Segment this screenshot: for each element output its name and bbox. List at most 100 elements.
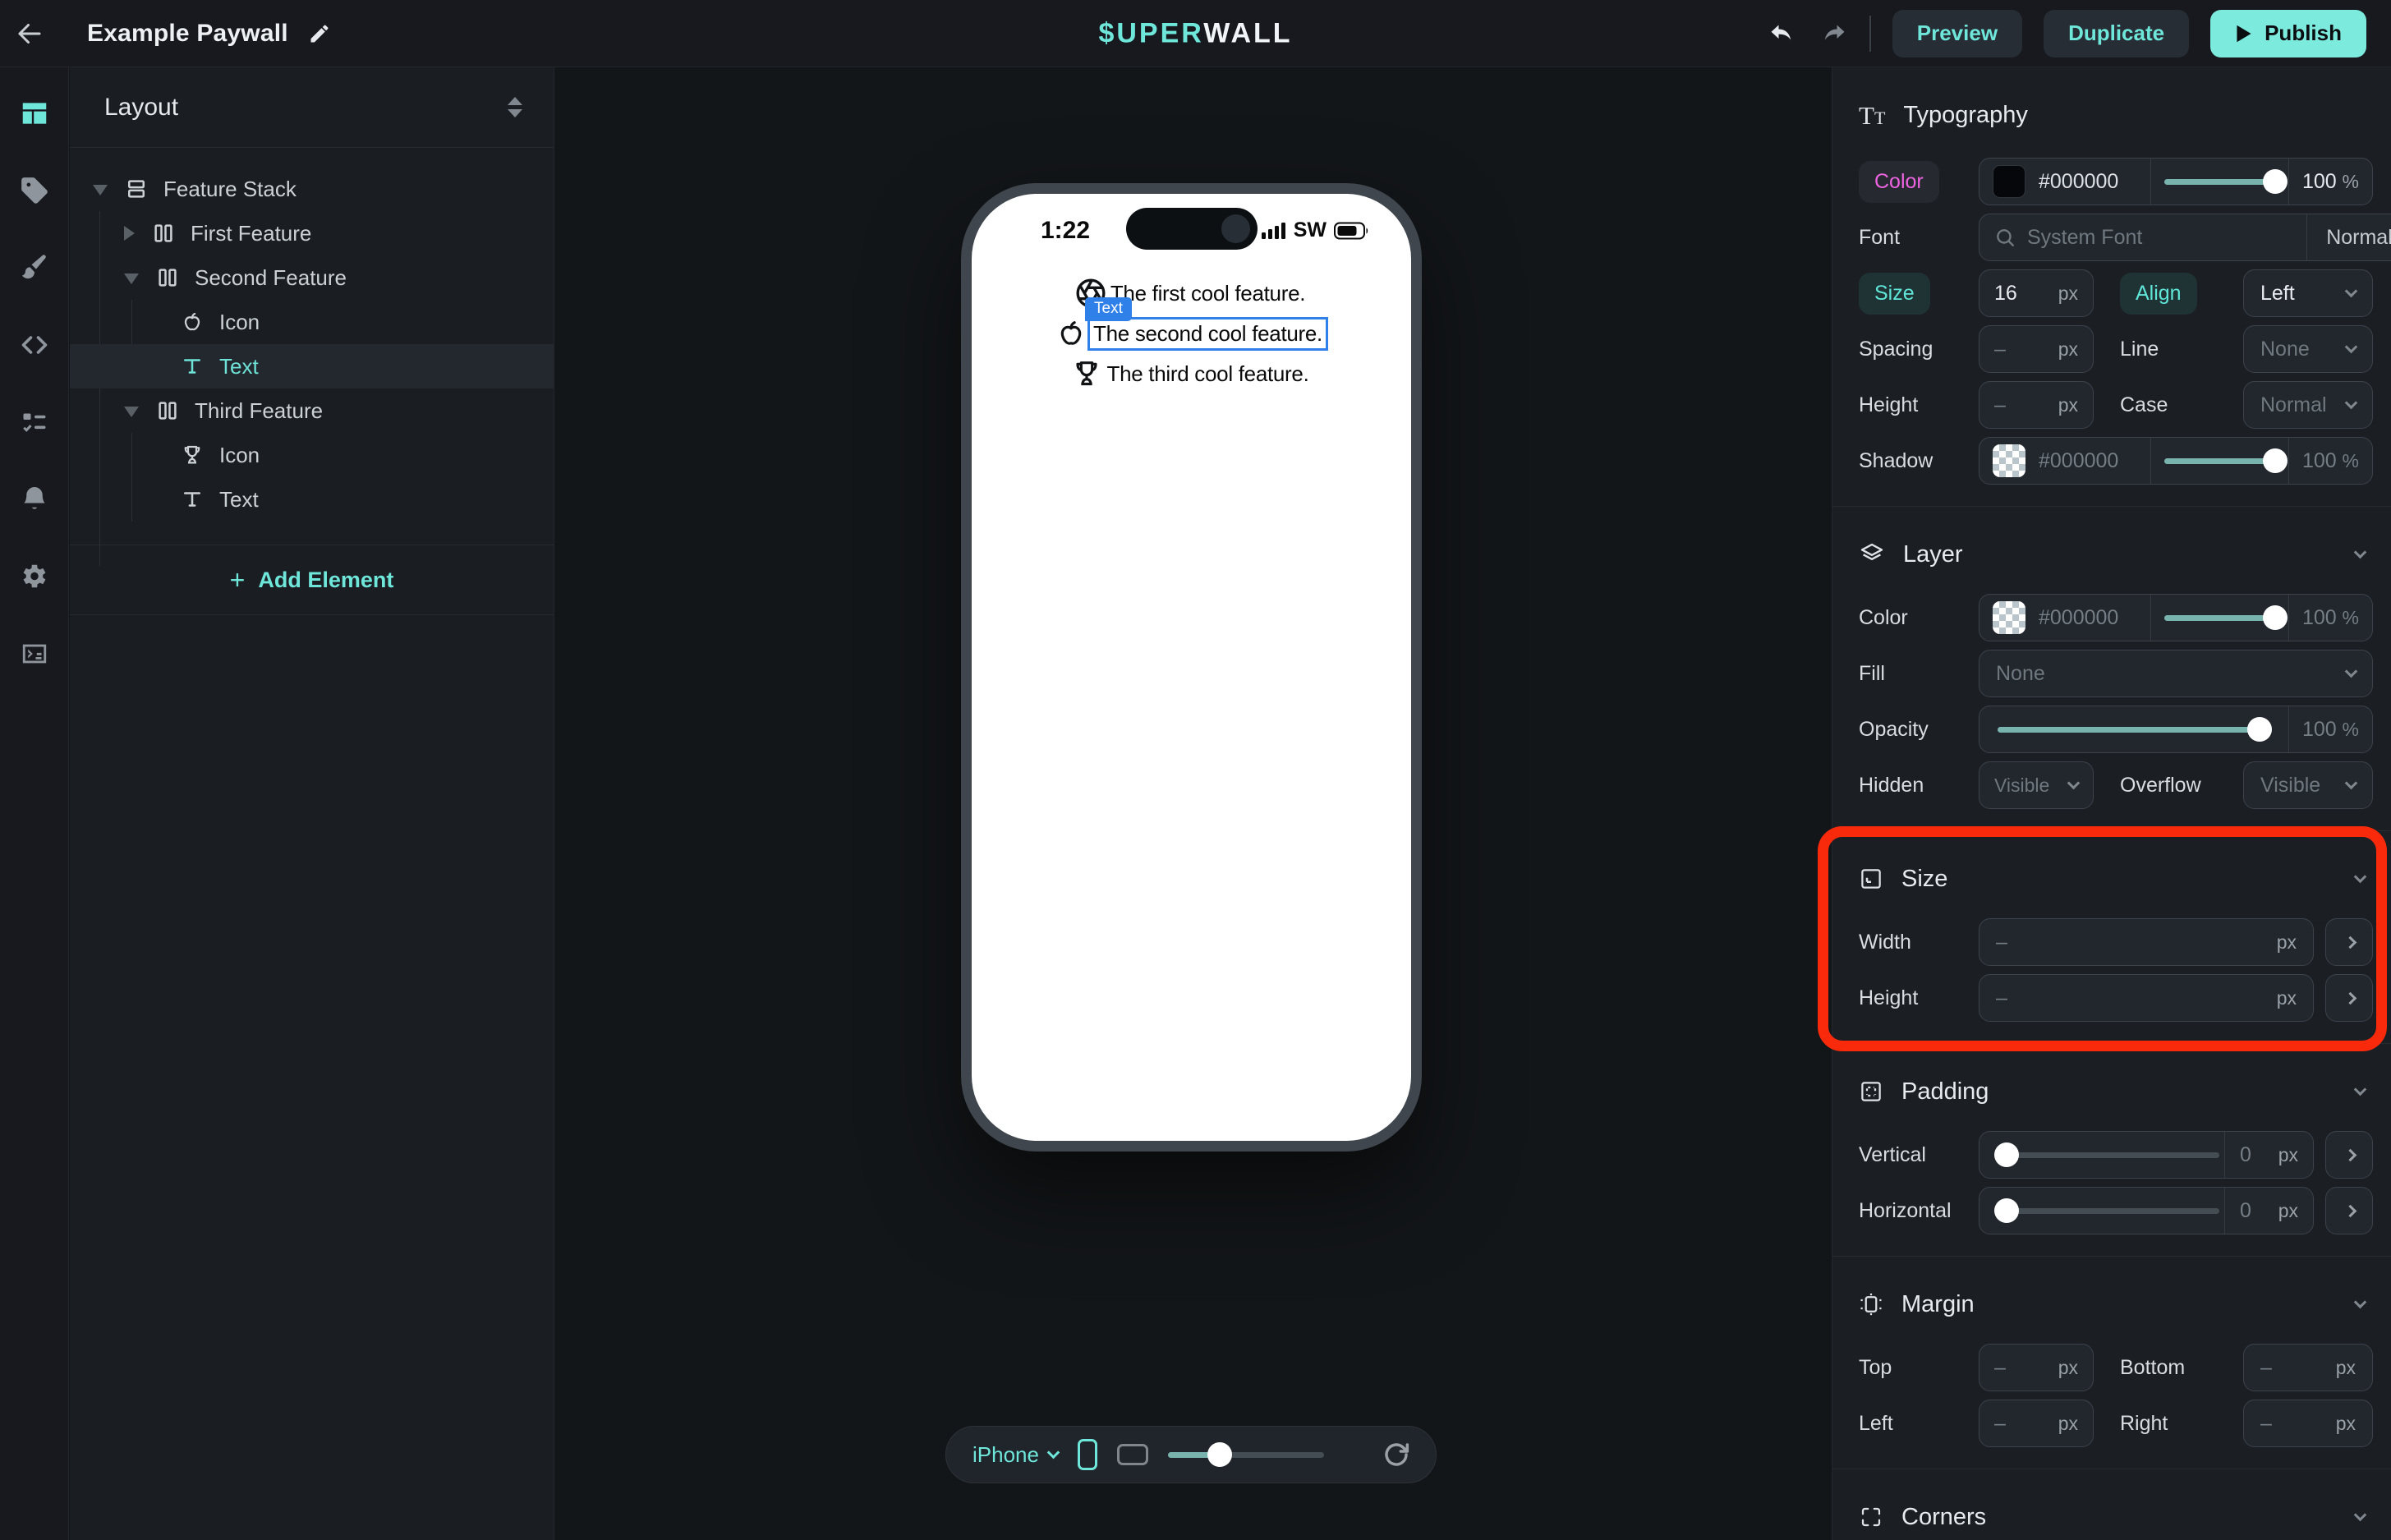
tree-item-label: Second Feature bbox=[195, 265, 347, 291]
font-control[interactable]: Normal bbox=[1979, 214, 2391, 261]
shadow-swatch[interactable] bbox=[1993, 444, 2025, 477]
duplicate-button[interactable]: Duplicate bbox=[2044, 10, 2189, 57]
tree-item-third-feature[interactable]: Third Feature bbox=[70, 388, 554, 433]
overflow-dropdown[interactable]: Visible bbox=[2243, 761, 2373, 809]
device-select[interactable]: iPhone bbox=[972, 1442, 1058, 1468]
color-swatch[interactable] bbox=[1993, 165, 2025, 198]
rail-notifications-tab[interactable] bbox=[17, 483, 52, 516]
add-element-button[interactable]: Add Element bbox=[70, 545, 554, 615]
font-search-input[interactable] bbox=[2027, 226, 2292, 250]
feature-text-selected[interactable]: The second cool feature. bbox=[1087, 317, 1328, 351]
undo-button[interactable] bbox=[1768, 19, 1797, 48]
padding-header[interactable]: Padding bbox=[1859, 1065, 2373, 1118]
layer-color-control[interactable]: #000000 100 % bbox=[1979, 594, 2373, 641]
rail-layout-tab[interactable] bbox=[17, 97, 52, 130]
margin-header[interactable]: Margin bbox=[1859, 1278, 2373, 1331]
feature-row-2-selected[interactable]: Text The second cool feature. bbox=[1055, 315, 1328, 352]
tree-item-first-feature[interactable]: First Feature bbox=[70, 211, 554, 255]
align-property-toggle[interactable]: Align bbox=[2120, 273, 2197, 315]
tree-item-label: Third Feature bbox=[195, 398, 323, 424]
tree-item-icon-apple[interactable]: Icon bbox=[70, 300, 554, 344]
edit-title-pencil-icon[interactable] bbox=[308, 22, 331, 45]
layer-color-opacity-slider[interactable] bbox=[2164, 605, 2275, 630]
chevron-right-icon bbox=[2343, 935, 2357, 949]
fill-dropdown[interactable]: None bbox=[1979, 650, 2373, 697]
trophy-icon bbox=[1070, 357, 1103, 390]
caret-down-icon[interactable] bbox=[124, 274, 139, 284]
font-size-input[interactable]: 16 px bbox=[1979, 269, 2094, 317]
padding-horizontal-value[interactable]: 0 bbox=[2240, 1199, 2251, 1223]
shadow-opacity-slider[interactable] bbox=[2164, 448, 2275, 473]
margin-top-input[interactable]: – px bbox=[1979, 1344, 2094, 1391]
caret-right-icon[interactable] bbox=[124, 226, 135, 241]
padding-horizontal-slider[interactable] bbox=[1994, 1198, 2219, 1223]
phone-frame: 1:22 SW The first cool feature. Text The… bbox=[961, 183, 1422, 1152]
line-height-input[interactable]: – px bbox=[1979, 381, 2094, 429]
opacity-control[interactable]: 100 % bbox=[1979, 706, 2373, 753]
line-dropdown[interactable]: None bbox=[2243, 325, 2373, 373]
opacity-slider[interactable] bbox=[1998, 717, 2270, 742]
redo-button[interactable] bbox=[1819, 19, 1848, 48]
height-input[interactable]: – px bbox=[1979, 974, 2314, 1022]
width-expand-button[interactable] bbox=[2325, 918, 2373, 966]
case-dropdown[interactable]: Normal bbox=[2243, 381, 2373, 429]
letter-spacing-input[interactable]: – px bbox=[1979, 325, 2094, 373]
padding-horizontal-expand-button[interactable] bbox=[2325, 1187, 2373, 1234]
tree-item-text-selected[interactable]: Text bbox=[70, 344, 554, 388]
padding-vertical-value[interactable]: 0 bbox=[2240, 1143, 2251, 1167]
padding-vertical-control[interactable]: 0 px bbox=[1979, 1131, 2314, 1179]
caret-down-icon[interactable] bbox=[124, 407, 139, 417]
margin-left-input[interactable]: – px bbox=[1979, 1400, 2094, 1447]
text-color-control[interactable]: #000000 100 % bbox=[1979, 158, 2373, 205]
width-input[interactable]: – px bbox=[1979, 918, 2314, 966]
font-weight-value[interactable]: Normal bbox=[2326, 226, 2391, 250]
portrait-orientation-button[interactable] bbox=[1078, 1439, 1097, 1470]
tree-item-text[interactable]: Text bbox=[70, 477, 554, 522]
rail-code-tab[interactable] bbox=[17, 329, 52, 361]
padding-vertical-expand-button[interactable] bbox=[2325, 1131, 2373, 1179]
padding-horizontal-control[interactable]: 0 px bbox=[1979, 1187, 2314, 1234]
hidden-dropdown[interactable]: Visible bbox=[1979, 761, 2094, 809]
tree-item-feature-stack[interactable]: Feature Stack bbox=[70, 167, 554, 211]
margin-bottom-input[interactable]: – px bbox=[2243, 1344, 2373, 1391]
rail-settings-tab[interactable] bbox=[17, 560, 52, 593]
chevron-down-icon bbox=[2354, 870, 2367, 883]
rail-console-tab[interactable] bbox=[17, 637, 52, 670]
refresh-button[interactable] bbox=[1383, 1441, 1409, 1468]
size-property-toggle[interactable]: Size bbox=[1859, 273, 1979, 315]
color-opacity-value[interactable]: 100 bbox=[2302, 170, 2337, 194]
shadow-opacity-value[interactable]: 100 bbox=[2302, 449, 2337, 473]
feature-row-3[interactable]: The third cool feature. bbox=[1070, 356, 1312, 392]
sort-icon[interactable] bbox=[508, 97, 522, 117]
preview-button[interactable]: Preview bbox=[1892, 10, 2022, 57]
zoom-slider[interactable] bbox=[1168, 1442, 1324, 1467]
margin-right-input[interactable]: – px bbox=[2243, 1400, 2373, 1447]
rail-theme-tab[interactable] bbox=[17, 251, 52, 284]
color-property-toggle[interactable]: Color bbox=[1859, 161, 1979, 203]
tree-item-second-feature[interactable]: Second Feature bbox=[70, 255, 554, 300]
tree-item-icon-trophy[interactable]: Icon bbox=[70, 433, 554, 477]
shadow-hex-value[interactable]: #000000 bbox=[2039, 449, 2118, 473]
align-dropdown[interactable]: Left bbox=[2243, 269, 2373, 317]
publish-button[interactable]: Publish bbox=[2210, 10, 2366, 57]
back-button[interactable] bbox=[0, 0, 69, 67]
size-header[interactable]: Size bbox=[1859, 853, 2373, 905]
color-hex-value[interactable]: #000000 bbox=[2039, 170, 2118, 194]
opacity-value[interactable]: 100 bbox=[2302, 718, 2337, 742]
padding-vertical-slider[interactable] bbox=[1994, 1142, 2219, 1167]
status-right-cluster: SW bbox=[1262, 218, 1370, 242]
height-expand-button[interactable] bbox=[2325, 974, 2373, 1022]
layer-color-hex[interactable]: #000000 bbox=[2039, 606, 2118, 630]
corners-header[interactable]: Corners bbox=[1859, 1491, 2373, 1540]
caret-down-icon[interactable] bbox=[93, 185, 108, 195]
layer-color-swatch[interactable] bbox=[1993, 601, 2025, 634]
phone-screen[interactable]: 1:22 SW The first cool feature. Text The… bbox=[972, 194, 1411, 1141]
rail-checklist-tab[interactable] bbox=[17, 406, 52, 439]
shadow-control[interactable]: #000000 100 % bbox=[1979, 437, 2373, 485]
color-opacity-slider[interactable] bbox=[2164, 169, 2275, 194]
layer-header[interactable]: Layer bbox=[1859, 528, 2373, 581]
landscape-orientation-button[interactable] bbox=[1117, 1444, 1148, 1465]
rail-products-tab[interactable] bbox=[17, 174, 52, 207]
slider-knob[interactable] bbox=[1207, 1442, 1232, 1467]
layer-color-opacity-value[interactable]: 100 bbox=[2302, 606, 2337, 630]
